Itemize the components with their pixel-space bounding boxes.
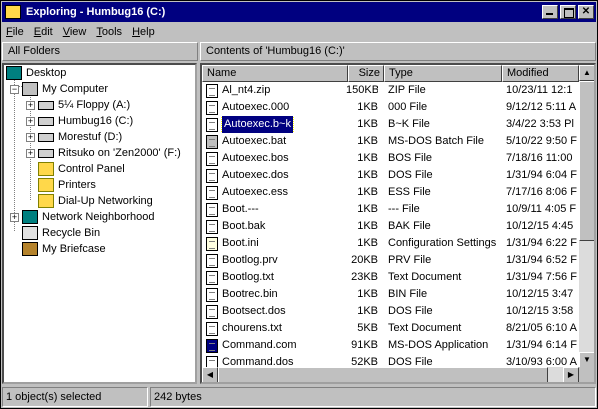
network-drive-icon bbox=[38, 148, 54, 158]
file-icon bbox=[206, 253, 218, 268]
expand-network-toggle[interactable]: + bbox=[10, 213, 19, 222]
explorer-icon bbox=[5, 5, 21, 19]
tree-item-network-neighborhood[interactable]: Network Neighborhood bbox=[22, 209, 155, 225]
file-row[interactable]: Boot.bak 1KB BAK File 10/12/15 4:45 bbox=[202, 218, 578, 235]
tree-item-recycle-bin[interactable]: Recycle Bin bbox=[22, 225, 100, 241]
briefcase-icon bbox=[22, 242, 38, 256]
expand-floppy-toggle[interactable]: + bbox=[26, 101, 35, 110]
file-row[interactable]: Autoexec.bos 1KB BOS File 7/18/16 11:00 bbox=[202, 150, 578, 167]
file-icon bbox=[206, 168, 218, 183]
title-bar[interactable]: Exploring - Humbug16 (C:) ✕ bbox=[2, 2, 596, 22]
file-row[interactable]: Bootrec.bin 1KB BIN File 10/12/15 3:47 bbox=[202, 286, 578, 303]
scrollbar-corner bbox=[579, 367, 594, 382]
minimize-button[interactable] bbox=[542, 5, 558, 19]
tree-item-dial-up-networking[interactable]: Dial-Up Networking bbox=[38, 193, 153, 209]
text-file-icon bbox=[206, 270, 218, 285]
horizontal-scroll-thumb[interactable] bbox=[218, 367, 548, 382]
vertical-scroll-thumb[interactable] bbox=[579, 81, 594, 241]
file-row[interactable]: Boot.ini 1KB Configuration Settings 1/31/94… bbox=[202, 235, 578, 252]
tree-item-my-computer[interactable]: My Computer bbox=[22, 81, 108, 97]
file-row[interactable]: Bootlog.prv 20KB PRV File 1/31/94 6:52 F bbox=[202, 252, 578, 269]
file-icon bbox=[206, 83, 218, 98]
file-row[interactable]: Autoexec.ess 1KB ESS File 7/17/16 8:06 F bbox=[202, 184, 578, 201]
tree-item-printers[interactable]: Printers bbox=[38, 177, 96, 193]
recycle-bin-icon bbox=[22, 226, 38, 240]
file-icon bbox=[206, 219, 218, 234]
folder-icon bbox=[38, 194, 54, 208]
explorer-window: Exploring - Humbug16 (C:) ✕ File Edit Vi… bbox=[0, 0, 598, 409]
file-row[interactable]: Autoexec.bat 1KB MS-DOS Batch File 5/10/22 … bbox=[202, 133, 578, 150]
window-title: Exploring - Humbug16 (C:) bbox=[26, 6, 166, 18]
tree-item-drive-f[interactable]: Ritsuko on 'Zen2000' (F:) bbox=[38, 145, 181, 161]
expand-drive-c-toggle[interactable]: + bbox=[26, 117, 35, 126]
column-header-size[interactable]: Size bbox=[348, 65, 384, 82]
file-row[interactable]: Autoexec.000 1KB 000 File 9/12/12 5:11 A bbox=[202, 99, 578, 116]
file-icon bbox=[206, 202, 218, 217]
contents-header: Contents of 'Humbug16 (C:)' bbox=[200, 42, 596, 61]
tree-item-drive-d[interactable]: Morestuf (D:) bbox=[38, 129, 122, 145]
close-button[interactable]: ✕ bbox=[578, 5, 594, 19]
file-row[interactable]: Autoexec.dos 1KB DOS File 1/31/94 6:04 F bbox=[202, 167, 578, 184]
horizontal-scrollbar[interactable]: ◀ ▶ bbox=[202, 367, 579, 382]
collapse-my-computer-toggle[interactable]: − bbox=[10, 85, 19, 94]
drive-icon bbox=[38, 132, 54, 142]
expand-drive-f-toggle[interactable]: + bbox=[26, 149, 35, 158]
file-icon bbox=[206, 304, 218, 319]
floppy-icon bbox=[38, 100, 54, 110]
maximize-button[interactable] bbox=[560, 5, 576, 19]
drive-icon bbox=[38, 116, 54, 126]
all-folders-header: All Folders bbox=[2, 42, 198, 61]
file-row-selected[interactable]: Autoexec.b~k 1KB B~K File 3/4/22 3:53 Pl bbox=[202, 116, 578, 133]
settings-file-icon bbox=[206, 236, 218, 251]
file-row[interactable]: chourens.txt 5KB Text Document 8/21/05 6:10… bbox=[202, 320, 578, 337]
column-header-type[interactable]: Type bbox=[384, 65, 502, 82]
file-row[interactable]: Bootlog.txt 23KB Text Document 1/31/94 7:56… bbox=[202, 269, 578, 286]
column-header-name[interactable]: Name bbox=[202, 65, 348, 82]
tree-item-drive-c[interactable]: Humbug16 (C:) bbox=[38, 113, 133, 129]
computer-icon bbox=[22, 82, 38, 96]
file-row[interactable]: Bootsect.dos 1KB DOS File 10/12/15 3:58 bbox=[202, 303, 578, 320]
menu-edit[interactable]: Edit bbox=[34, 26, 53, 38]
folder-icon bbox=[38, 162, 54, 176]
menu-view[interactable]: View bbox=[63, 26, 87, 38]
status-selection: 1 object(s) selected bbox=[2, 387, 148, 407]
menu-tools[interactable]: Tools bbox=[96, 26, 122, 38]
scroll-up-button[interactable]: ▲ bbox=[579, 65, 594, 81]
file-icon bbox=[206, 185, 218, 200]
vertical-scrollbar[interactable]: ▲ ▼ bbox=[579, 65, 594, 368]
file-icon bbox=[206, 117, 218, 132]
tree-item-my-briefcase[interactable]: My Briefcase bbox=[22, 241, 106, 257]
batch-file-icon bbox=[206, 134, 218, 149]
file-icon bbox=[206, 151, 218, 166]
scroll-down-button[interactable]: ▼ bbox=[579, 352, 594, 368]
menu-help[interactable]: Help bbox=[132, 26, 155, 38]
tree-item-floppy-a[interactable]: 5¼ Floppy (A:) bbox=[38, 97, 130, 113]
status-size: 242 bytes bbox=[150, 387, 596, 407]
menu-file[interactable]: File bbox=[6, 26, 24, 38]
text-file-icon bbox=[206, 321, 218, 336]
menu-bar: File Edit View Tools Help bbox=[2, 23, 596, 41]
scroll-left-button[interactable]: ◀ bbox=[202, 367, 218, 382]
tree-item-control-panel[interactable]: Control Panel bbox=[38, 161, 125, 177]
expand-drive-d-toggle[interactable]: + bbox=[26, 133, 35, 142]
ms-dos-app-icon bbox=[206, 338, 218, 353]
file-row[interactable]: Al_nt4.zip 150KB ZIP File 10/23/11 12:1 bbox=[202, 82, 578, 99]
column-header-modified[interactable]: Modified bbox=[502, 65, 579, 82]
tree-item-desktop[interactable]: Desktop bbox=[6, 65, 66, 81]
scroll-right-button[interactable]: ▶ bbox=[563, 367, 579, 382]
network-icon bbox=[22, 210, 38, 224]
file-icon bbox=[206, 287, 218, 302]
file-row[interactable]: Boot.--- 1KB --- File 10/9/11 4:05 F bbox=[202, 201, 578, 218]
file-row[interactable]: Command.com 91KB MS-DOS Application 1/31/94… bbox=[202, 337, 578, 354]
file-list[interactable]: Name Size Type Modified Al_nt4.zip 150KB Z… bbox=[200, 63, 596, 384]
desktop-icon bbox=[6, 66, 22, 80]
folder-icon bbox=[38, 178, 54, 192]
folder-tree[interactable]: Desktop − My Computer + 5¼ Floppy (A:) +… bbox=[2, 63, 197, 384]
file-icon bbox=[206, 100, 218, 115]
